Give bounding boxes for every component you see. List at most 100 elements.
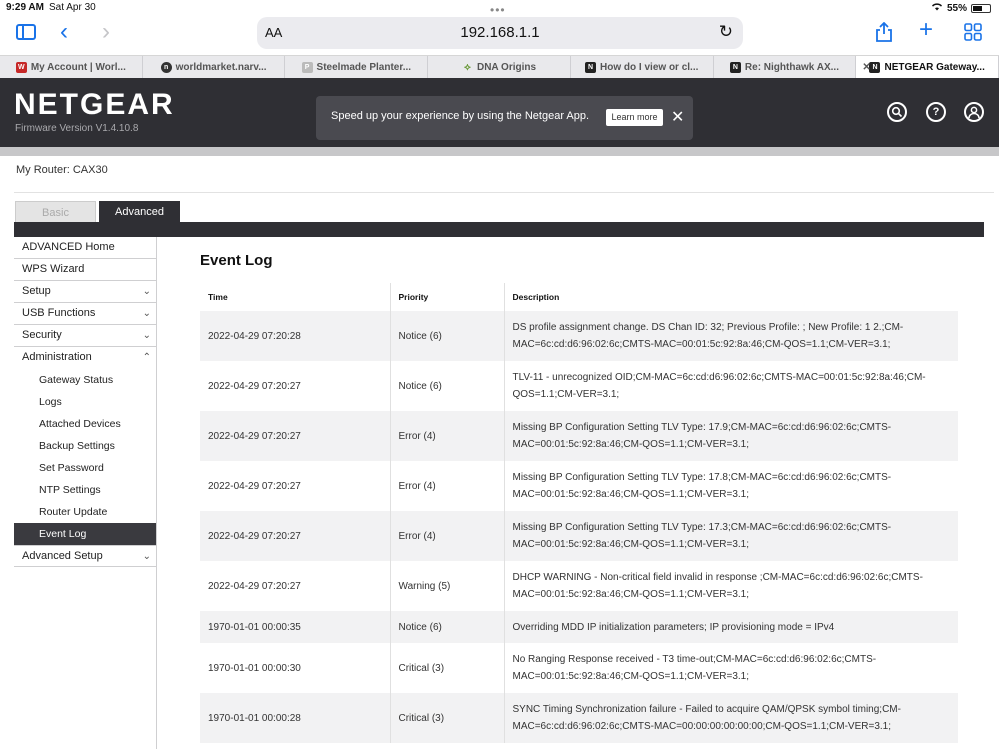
address-bar[interactable]: AA 192.168.1.1 ↻ (257, 17, 743, 49)
browser-tab[interactable]: N How do I view or cl... (571, 56, 714, 78)
steelmade-favicon-icon: P (301, 61, 313, 73)
forward-icon[interactable]: › (102, 20, 110, 44)
netgear-favicon-icon: N (869, 61, 881, 73)
browser-tab-active[interactable]: ✕ N NETGEAR Gateway... (856, 56, 999, 78)
worldmarket-favicon-icon: W (15, 61, 27, 73)
status-date: Sat Apr 30 (49, 2, 96, 13)
tab-basic[interactable]: Basic (15, 201, 96, 223)
table-row: 2022-04-29 07:20:27 Warning (5) DHCP WAR… (200, 561, 958, 611)
cell-time: 2022-04-29 07:20:27 (200, 361, 391, 411)
chevron-down-icon: ⌄ (142, 286, 151, 297)
sidebar-toggle-icon[interactable] (16, 24, 36, 40)
nav-usb-functions[interactable]: USB Functions ⌄ (14, 303, 157, 325)
status-right: 55% (931, 2, 991, 14)
browser-tab[interactable]: P Steelmade Planter... (285, 56, 429, 78)
netgear-logo[interactable]: NETGEAR (14, 88, 175, 122)
netgear-favicon-icon: N (585, 61, 597, 73)
browser-tab-label: worldmarket.narv... (175, 61, 267, 73)
back-icon[interactable]: ‹ (60, 20, 68, 44)
nav-item-label: Setup (22, 285, 51, 297)
tab-bar-strip (14, 222, 984, 237)
tab-overview-icon[interactable] (964, 23, 982, 45)
nav-set-password[interactable]: Set Password (14, 457, 157, 479)
cell-description: Missing BP Configuration Setting TLV Typ… (504, 511, 958, 561)
chevron-up-icon: ⌃ (142, 352, 151, 363)
nav-event-log[interactable]: Event Log (14, 523, 157, 545)
nav-wps-wizard[interactable]: WPS Wizard (14, 259, 157, 281)
close-tab-icon[interactable]: ✕ (862, 62, 870, 73)
cell-time: 2022-04-29 07:20:27 (200, 461, 391, 511)
reload-icon[interactable]: ↻ (719, 22, 733, 42)
table-row: 2022-04-29 07:20:27 Error (4) Missing BP… (200, 461, 958, 511)
status-time: 9:29 AM (6, 2, 44, 13)
nav-advanced-home[interactable]: ADVANCED Home (14, 237, 157, 259)
column-header-description[interactable]: Description (504, 283, 958, 311)
nav-item-label: WPS Wizard (22, 263, 85, 275)
divider (14, 192, 994, 193)
nav-item-label: Security (22, 329, 62, 341)
table-row: 2022-04-29 07:20:27 Error (4) Missing BP… (200, 411, 958, 461)
cell-time: 2022-04-29 07:20:27 (200, 511, 391, 561)
new-tab-icon[interactable]: + (919, 18, 933, 42)
table-row: 2022-04-29 07:20:27 Error (4) Missing BP… (200, 511, 958, 561)
browser-tab-label: Steelmade Planter... (316, 61, 412, 73)
cell-time: 1970-01-01 00:00:30 (200, 643, 391, 693)
close-banner-icon[interactable]: ✕ (671, 107, 684, 127)
table-row: 2022-04-29 07:20:28 Notice (6) DS profil… (200, 311, 958, 361)
netgear-header: NETGEAR Firmware Version V1.4.10.8 Speed… (0, 78, 999, 147)
nav-gateway-status[interactable]: Gateway Status (14, 369, 157, 391)
table-row: 2022-04-29 07:20:27 Notice (6) TLV-11 - … (200, 361, 958, 411)
column-header-priority[interactable]: Priority (390, 283, 505, 311)
cell-description: SYNC Timing Synchronization failure - Fa… (504, 693, 958, 743)
router-label: My Router: CAX30 (16, 164, 108, 176)
browser-tab[interactable]: ⟡ DNA Origins (428, 56, 571, 78)
learn-more-button[interactable]: Learn more (606, 109, 663, 126)
cell-priority: Error (4) (390, 411, 505, 461)
nav-router-update[interactable]: Router Update (14, 501, 157, 523)
battery-percent: 55% (946, 2, 967, 14)
column-header-time[interactable]: Time (200, 283, 391, 311)
cell-priority: Notice (6) (390, 361, 505, 411)
nav-item-label: ADVANCED Home (22, 241, 115, 253)
chevron-down-icon: ⌄ (142, 551, 151, 562)
nav-setup[interactable]: Setup ⌄ (14, 281, 157, 303)
nav-advanced-setup[interactable]: Advanced Setup ⌄ (14, 545, 157, 567)
cell-time: 2022-04-29 07:20:27 (200, 411, 391, 461)
nav-backup-settings[interactable]: Backup Settings (14, 435, 157, 457)
browser-tab-label: NETGEAR Gateway... (884, 61, 985, 73)
share-icon[interactable] (875, 21, 893, 46)
tab-advanced[interactable]: Advanced (99, 201, 180, 223)
browser-tab[interactable]: N Re: Nighthawk AX... (714, 56, 857, 78)
multitask-dots-icon[interactable]: ••• (490, 3, 506, 17)
left-nav: ADVANCED Home WPS Wizard Setup ⌄ USB Fun… (14, 237, 157, 567)
nav-ntp-settings[interactable]: NTP Settings (14, 479, 157, 501)
cell-priority: Notice (6) (390, 611, 505, 643)
dna-favicon-icon: ⟡ (464, 61, 471, 73)
cell-time: 1970-01-01 00:00:35 (200, 611, 391, 643)
table-header-row: Time Priority Description (200, 283, 958, 311)
table-row: 1970-01-01 00:00:35 Notice (6) Overridin… (200, 611, 958, 643)
nav-logs[interactable]: Logs (14, 391, 157, 413)
narvar-favicon-icon: n (160, 61, 172, 73)
help-icon[interactable]: ? (926, 102, 946, 122)
chevron-down-icon: ⌄ (142, 308, 151, 319)
netgear-favicon-icon: N (729, 61, 741, 73)
nav-security[interactable]: Security ⌄ (14, 325, 157, 347)
cell-description: TLV-11 - unrecognized OID;CM-MAC=6c:cd:d… (504, 361, 958, 411)
url-text[interactable]: 192.168.1.1 (257, 24, 743, 41)
browser-tab-label: Re: Nighthawk AX... (744, 61, 839, 73)
nav-administration[interactable]: Administration ⌃ (14, 347, 157, 369)
cell-time: 2022-04-29 07:20:28 (200, 311, 391, 361)
banner-message: Speed up your experience by using the Ne… (331, 110, 590, 122)
browser-tab[interactable]: W My Account | Worl... (0, 56, 143, 78)
browser-tab[interactable]: n worldmarket.narv... (143, 56, 286, 78)
search-icon[interactable] (887, 102, 907, 122)
battery-icon (971, 3, 991, 13)
table-row: 1970-01-01 00:00:30 Critical (3) No Rang… (200, 643, 958, 693)
wifi-icon (931, 2, 943, 14)
nav-attached-devices[interactable]: Attached Devices (14, 413, 157, 435)
page-title: Event Log (200, 252, 273, 269)
user-account-icon[interactable] (964, 102, 984, 122)
nav-divider (156, 237, 157, 749)
browser-tab-label: DNA Origins (476, 61, 537, 73)
